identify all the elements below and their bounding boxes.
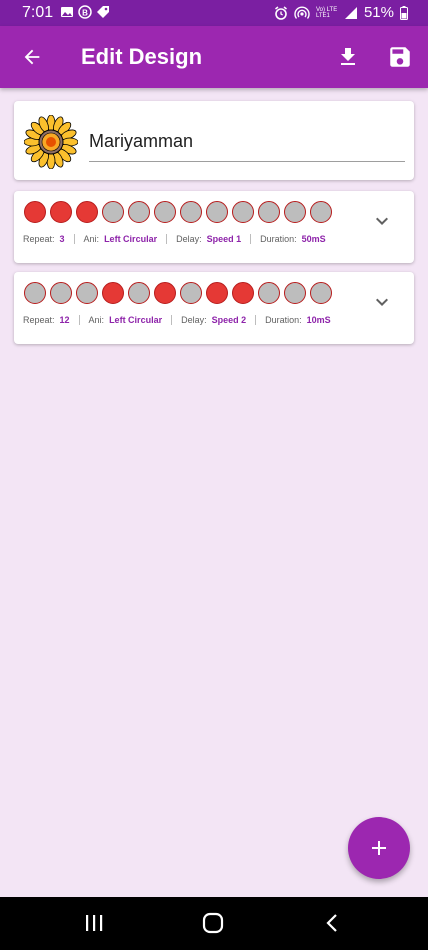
tag-icon [97, 6, 109, 18]
battery-label: 51% [363, 4, 394, 21]
add-icon [372, 841, 386, 855]
hotspot-icon [294, 6, 310, 19]
download-button[interactable] [330, 39, 366, 75]
led-dot[interactable] [154, 201, 176, 223]
ani-value: Left Circular [104, 234, 158, 244]
status-bar: 7:01 B Vo) LTE LTE1 51% [0, 0, 428, 26]
divider [255, 315, 257, 325]
recent-apps-icon [86, 915, 103, 931]
led-dot[interactable] [128, 282, 150, 304]
design-name-input[interactable] [89, 121, 405, 162]
led-dots [24, 201, 332, 223]
repeat-value: 12 [59, 315, 70, 325]
page-title: Edit Design [81, 44, 203, 69]
back-chevron-icon [326, 914, 337, 932]
delay-label: Delay: [176, 234, 202, 244]
led-dot[interactable] [128, 201, 150, 223]
led-dot[interactable] [258, 282, 280, 304]
divider [250, 234, 252, 244]
back-button[interactable] [14, 39, 50, 75]
led-dot[interactable] [284, 201, 306, 223]
save-icon [390, 47, 410, 67]
led-dot[interactable] [284, 282, 306, 304]
pattern-card[interactable]: Repeat: 12 Ani: Left Circular Delay: Spe… [14, 272, 414, 344]
ani-value: Left Circular [109, 315, 163, 325]
chevron-down-icon[interactable] [370, 290, 394, 314]
pattern-card[interactable]: Repeat: 3 Ani: Left Circular Delay: Spee… [14, 191, 414, 263]
delay-label: Delay: [181, 315, 207, 325]
ani-label: Ani: [83, 234, 100, 244]
led-dot[interactable] [24, 201, 46, 223]
recent-apps-button[interactable] [79, 910, 109, 936]
divider [166, 234, 168, 244]
duration-label: Duration: [260, 234, 297, 244]
led-dot[interactable] [258, 201, 280, 223]
arrow-back-icon [24, 49, 40, 65]
led-dot[interactable] [206, 282, 228, 304]
network-label: Vo) LTE LTE1 [315, 6, 338, 19]
home-icon [202, 912, 224, 934]
led-dot[interactable] [76, 282, 98, 304]
led-dot[interactable] [154, 282, 176, 304]
led-dot[interactable] [310, 201, 332, 223]
ani-label: Ani: [88, 315, 105, 325]
led-dot[interactable] [206, 201, 228, 223]
duration-value: 10mS [306, 315, 331, 325]
led-dot[interactable] [232, 282, 254, 304]
led-dot[interactable] [180, 201, 202, 223]
led-dot[interactable] [76, 201, 98, 223]
divider [171, 315, 173, 325]
download-icon [341, 48, 355, 65]
led-dot[interactable] [24, 282, 46, 304]
led-dot[interactable] [50, 282, 72, 304]
led-dot[interactable] [102, 282, 124, 304]
repeat-label: Repeat: [23, 315, 55, 325]
gallery-icon [61, 7, 73, 17]
led-dot[interactable] [50, 201, 72, 223]
save-button[interactable] [382, 39, 418, 75]
status-right: Vo) LTE LTE1 51% [274, 4, 408, 21]
led-dot[interactable] [180, 282, 202, 304]
back-nav-button[interactable] [318, 910, 348, 936]
led-dot[interactable] [232, 201, 254, 223]
divider [78, 315, 80, 325]
delay-value: Speed 2 [211, 315, 247, 325]
add-pattern-button[interactable] [348, 817, 410, 879]
system-nav-bar [0, 897, 428, 950]
repeat-value: 3 [59, 234, 65, 244]
led-dot[interactable] [102, 201, 124, 223]
design-name-card [14, 101, 414, 180]
delay-value: Speed 1 [206, 234, 242, 244]
b-badge-icon: B [78, 5, 92, 19]
home-button[interactable] [198, 910, 228, 936]
svg-text:B: B [82, 9, 88, 18]
pattern-meta: Repeat: 12 Ani: Left Circular Delay: Spe… [23, 315, 331, 325]
status-time: 7:01 [22, 4, 54, 21]
sunflower-icon [24, 115, 78, 169]
alarm-icon [275, 5, 287, 20]
app-bar: Edit Design [0, 26, 428, 88]
led-dots [24, 282, 332, 304]
signal-icon [344, 6, 357, 19]
divider [73, 234, 75, 244]
pattern-meta: Repeat: 3 Ani: Left Circular Delay: Spee… [23, 234, 326, 244]
led-dot[interactable] [310, 282, 332, 304]
battery-icon [400, 5, 408, 20]
repeat-label: Repeat: [23, 234, 55, 244]
duration-label: Duration: [265, 315, 302, 325]
chevron-down-icon[interactable] [370, 209, 394, 233]
duration-value: 50mS [301, 234, 326, 244]
